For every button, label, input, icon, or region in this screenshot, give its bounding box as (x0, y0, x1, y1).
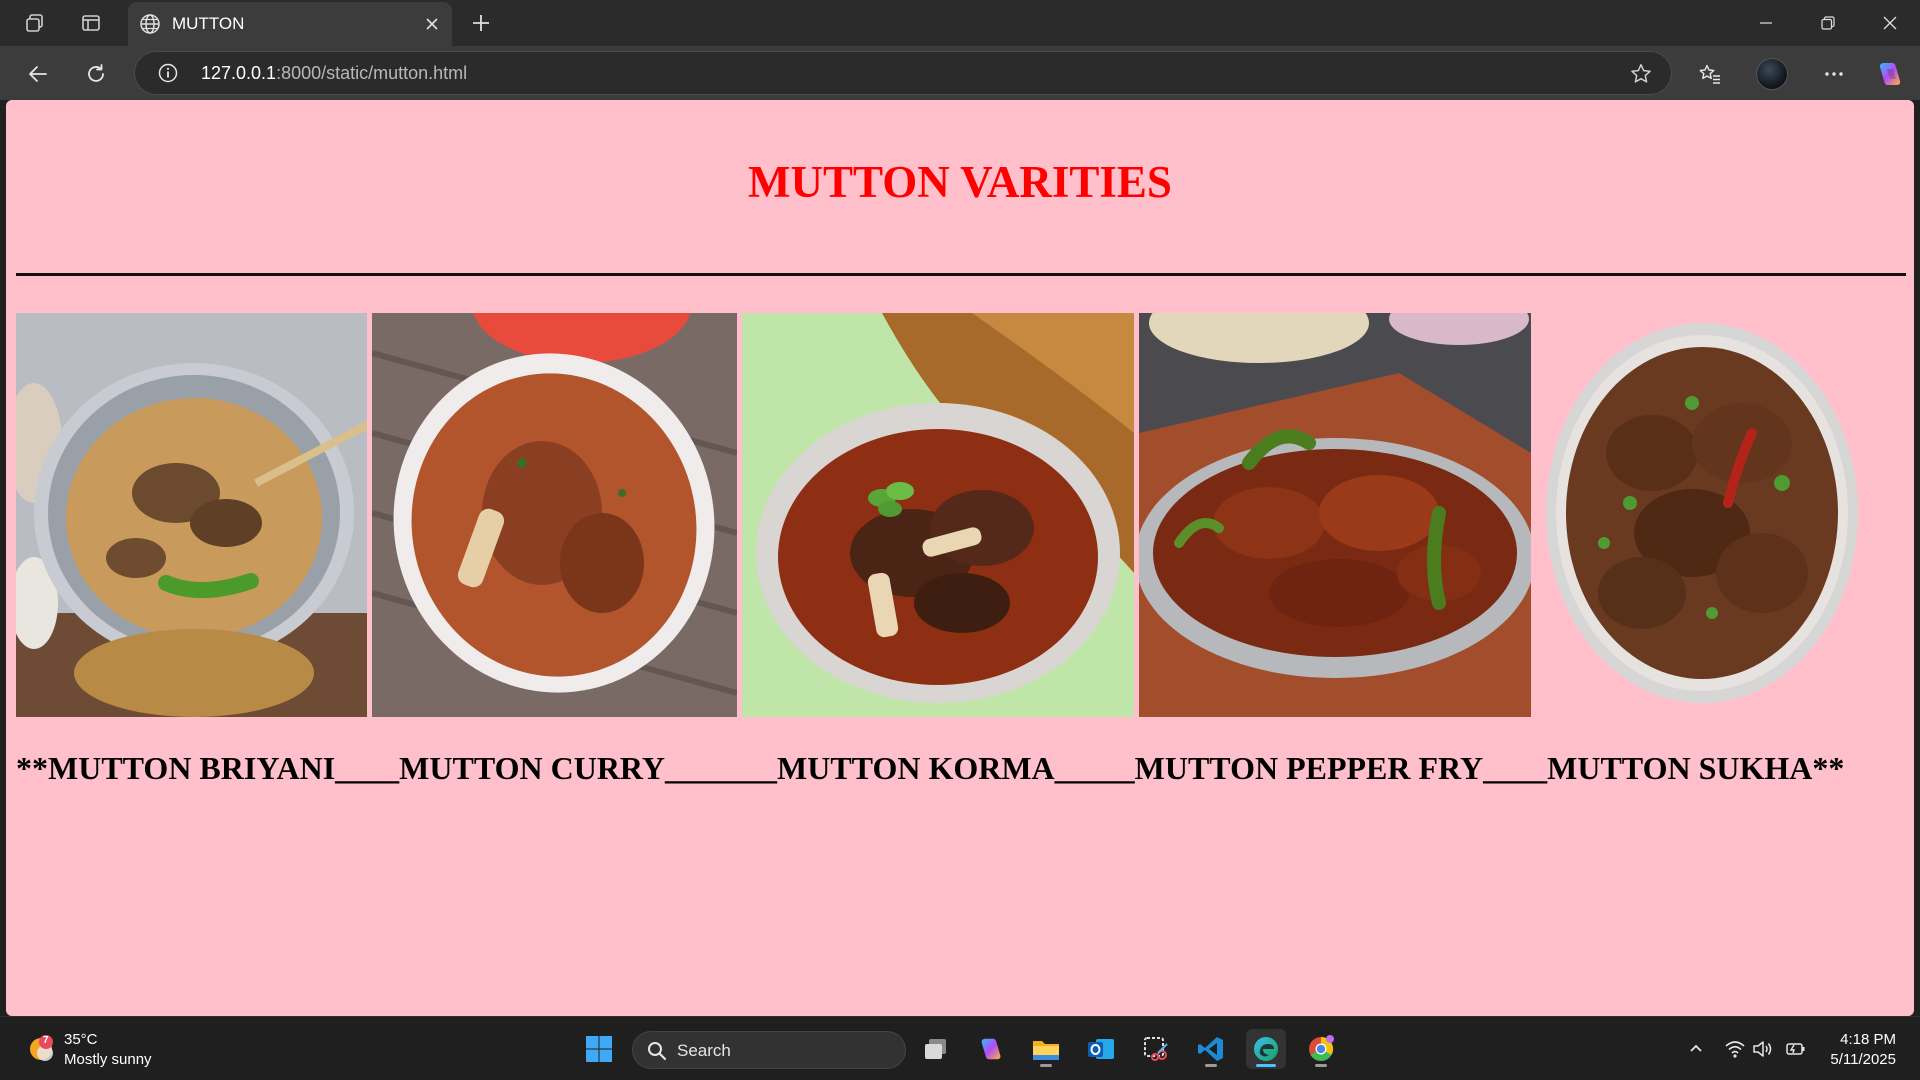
taskbar-search-box[interactable]: Search (632, 1031, 906, 1069)
horizontal-rule (16, 273, 1906, 276)
app-running-indicator (1315, 1064, 1327, 1067)
copilot-icon[interactable] (1872, 56, 1908, 92)
clock-date[interactable]: 5/11/2025 (1830, 1051, 1896, 1068)
outlook-icon[interactable] (1081, 1029, 1121, 1069)
minimize-icon[interactable] (1744, 6, 1788, 40)
browser-title-bar: MUTTON (0, 0, 1920, 46)
chevron-up-icon[interactable] (1684, 1037, 1708, 1061)
app-running-indicator (1040, 1064, 1052, 1067)
weather-temperature[interactable]: 35°C (64, 1031, 98, 1048)
browser-toolbar: 127.0.0.1:8000/static/mutton.html (0, 46, 1920, 100)
mutton-sukha-image (1542, 313, 1862, 717)
mutton-curry-image (372, 313, 737, 717)
weather-badge: 7 (43, 1035, 49, 1046)
start-windows-icon[interactable] (579, 1029, 619, 1069)
favorite-star-icon[interactable] (1629, 62, 1653, 91)
mutton-pepper-fry-image (1139, 313, 1531, 717)
wifi-icon[interactable] (1723, 1037, 1747, 1061)
dish-names-caption: **MUTTON BRIYANI____MUTTON CURRY_______M… (16, 750, 1845, 786)
more-options-icon[interactable] (1816, 56, 1852, 92)
mutton-korma-image (742, 313, 1134, 717)
weather-description[interactable]: Mostly sunny (64, 1051, 152, 1068)
url-text[interactable]: 127.0.0.1:8000/static/mutton.html (201, 63, 467, 84)
page-heading: MUTTON VARITIES (748, 157, 1172, 207)
copilot-app-icon[interactable] (971, 1029, 1011, 1069)
back-arrow-icon[interactable] (20, 56, 56, 92)
file-explorer-icon[interactable] (1026, 1029, 1066, 1069)
chrome-icon[interactable] (1301, 1029, 1341, 1069)
edge-browser-icon[interactable] (1246, 1029, 1286, 1069)
url-path: :8000/static/mutton.html (276, 63, 468, 83)
active-app-indicator (1256, 1064, 1276, 1067)
new-tab-icon[interactable] (466, 8, 496, 38)
volume-icon[interactable] (1751, 1037, 1775, 1061)
app-running-indicator (1205, 1064, 1217, 1067)
favorites-icon[interactable] (1692, 56, 1728, 92)
vscode-icon[interactable] (1191, 1029, 1231, 1069)
search-label: Search (677, 1041, 731, 1060)
refresh-icon[interactable] (78, 56, 114, 92)
site-info-icon[interactable] (157, 62, 179, 89)
clock-time[interactable]: 4:18 PM (1840, 1031, 1896, 1048)
page-viewport: MUTTON VARITIES **MUTTON BRIYANI____MUTT… (6, 100, 1914, 1016)
windows-taskbar: 7 35°C Mostly sunny Search 4:18 PM 5/11/… (0, 1016, 1920, 1080)
search-icon (647, 1041, 667, 1066)
battery-icon[interactable] (1783, 1037, 1807, 1061)
tab-title: MUTTON (172, 14, 245, 33)
snipping-tool-icon[interactable] (1136, 1029, 1176, 1069)
url-host: 127.0.0.1 (201, 63, 277, 83)
task-view-icon[interactable] (916, 1029, 956, 1069)
close-window-icon[interactable] (1868, 6, 1912, 40)
profile-avatar[interactable] (1756, 58, 1788, 90)
globe-icon (138, 12, 162, 41)
tab-actions-icon[interactable] (76, 8, 106, 38)
address-bar[interactable]: 127.0.0.1:8000/static/mutton.html (134, 51, 1672, 95)
close-tab-icon[interactable] (420, 12, 444, 36)
restore-icon[interactable] (1806, 6, 1850, 40)
weather-sun-icon[interactable]: 7 (26, 1033, 56, 1063)
mutton-briyani-image (16, 313, 367, 717)
workspaces-icon[interactable] (20, 8, 50, 38)
tab-mutton[interactable]: MUTTON (128, 2, 452, 46)
